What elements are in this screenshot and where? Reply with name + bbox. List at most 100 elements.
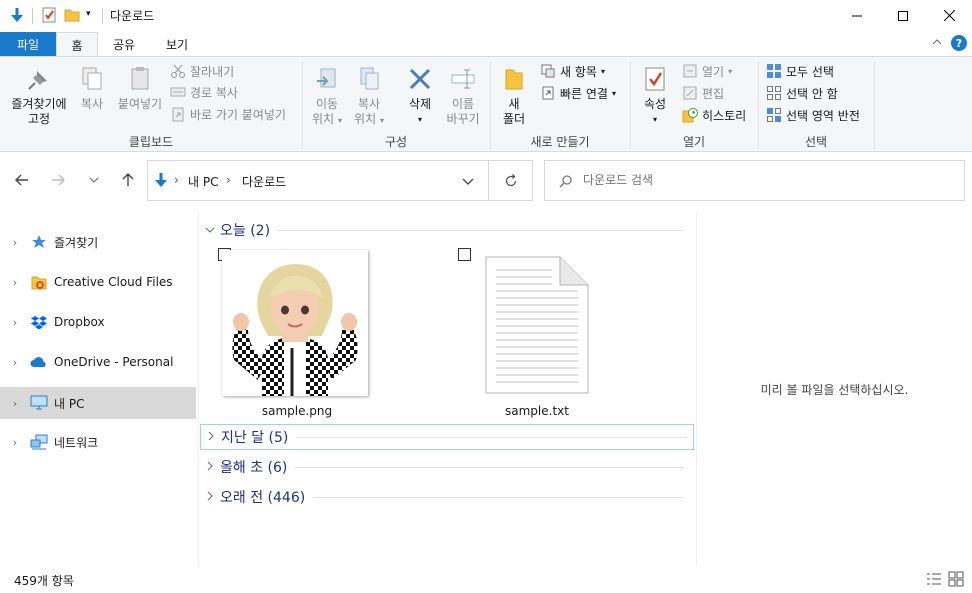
forward-button[interactable] (46, 168, 70, 192)
copy-label: 복사 (80, 97, 104, 111)
pin-label-1: 즐겨찾기에 (11, 97, 67, 111)
open-label: 열기 (702, 64, 725, 79)
sidebar-item-label: 내 PC (54, 396, 85, 411)
select-group-label: 선택 (804, 135, 828, 149)
search-icon (559, 174, 573, 191)
breadcrumb-sep-2[interactable]: › (226, 173, 231, 187)
tab-share[interactable]: 공유 (98, 32, 150, 56)
sidebar-item-network[interactable]: › 네트워크 (0, 425, 196, 459)
recent-locations-button[interactable] (82, 168, 106, 192)
move-to-button[interactable]: 이동 위치 ▾ (308, 65, 346, 128)
open-group-label: 열기 (682, 135, 706, 149)
delete-label: 삭제 (408, 97, 432, 111)
new-folder-button[interactable]: 새 폴더 (496, 65, 532, 127)
sidebar-item-favorites[interactable]: › 즐겨찾기 (0, 225, 196, 259)
copy-path-label: 경로 복사 (190, 85, 238, 100)
tab-view[interactable]: 보기 (150, 32, 204, 56)
select-none-button[interactable]: 선택 안 함 (766, 83, 838, 103)
chevron-right-icon[interactable] (200, 491, 220, 504)
invert-selection-icon (767, 108, 781, 122)
copy-button[interactable]: 복사 (76, 65, 108, 112)
file-checkbox[interactable] (458, 248, 471, 261)
file-name-sample-png[interactable]: sample.png (222, 404, 372, 418)
sidebar-item-onedrive[interactable]: › OneDrive - Personal (0, 345, 196, 379)
chevron-right-icon[interactable]: › (0, 436, 30, 449)
new-item-button[interactable]: 새 항목 ▾ (540, 61, 605, 81)
chevron-right-icon[interactable]: › (0, 276, 30, 289)
copy-path-button[interactable]: 경로 복사 (170, 82, 238, 102)
tab-file[interactable]: 파일 (0, 32, 56, 56)
minimize-button[interactable] (834, 0, 880, 31)
file-thumbnail-sample-png[interactable] (222, 250, 368, 396)
search-box[interactable] (544, 160, 965, 201)
new-folder-quick-icon[interactable] (63, 6, 81, 24)
chevron-right-icon[interactable]: › (0, 356, 30, 369)
history-button[interactable]: 히스토리 (682, 105, 746, 125)
sidebar-item-dropbox[interactable]: › Dropbox (0, 305, 196, 339)
breadcrumb-downloads[interactable]: 다운로드 (242, 173, 286, 190)
delete-button[interactable]: 삭제 ▾ (402, 65, 438, 127)
group-label: 올해 초 (6) (220, 460, 288, 476)
properties-dropdown-icon[interactable]: ▾ (638, 112, 672, 127)
close-button[interactable] (926, 0, 972, 31)
move-to-icon (317, 68, 336, 88)
address-bar[interactable]: › 내 PC › 다운로드 (147, 160, 489, 201)
details-view-icon[interactable] (926, 572, 942, 589)
properties-quick-icon[interactable] (40, 6, 58, 24)
creative-cloud-folder-icon (30, 273, 48, 291)
chevron-right-icon[interactable] (201, 431, 221, 444)
preview-message: 미리 볼 파일을 선택하십시오. (760, 383, 909, 397)
tab-home[interactable]: 홈 (56, 32, 98, 57)
file-thumbnail-sample-txt[interactable] (484, 256, 590, 394)
address-dropdown-icon[interactable] (462, 175, 474, 189)
chevron-down-icon[interactable] (200, 224, 220, 237)
properties-button[interactable]: 속성 ▾ (638, 65, 672, 127)
chevron-right-icon[interactable]: › (0, 397, 30, 410)
large-icons-view-icon[interactable] (948, 571, 964, 590)
paste-shortcut-button[interactable]: 바로 가기 붙여넣기 (170, 104, 286, 124)
history-icon (682, 108, 698, 123)
refresh-button[interactable] (489, 160, 533, 201)
search-input[interactable] (583, 170, 943, 190)
sidebar-item-label: OneDrive - Personal (54, 355, 174, 369)
cut-button[interactable]: 잘라내기 (170, 61, 234, 81)
copy-to-label-2: 위치 ▾ (354, 112, 384, 126)
pin-quick-access-button[interactable]: 즐겨찾기에 고정 (4, 65, 74, 127)
easy-access-button[interactable]: 빠른 연결 ▾ (540, 83, 616, 103)
copy-to-button[interactable]: 복사 위치 ▾ (350, 65, 388, 128)
sidebar-item-creative-cloud[interactable]: › Creative Cloud Files (0, 265, 196, 299)
rename-button[interactable]: 이름 바꾸기 (442, 65, 484, 127)
open-icon (683, 64, 697, 78)
up-button[interactable] (116, 168, 140, 192)
chevron-right-icon[interactable]: › (0, 316, 30, 329)
select-all-button[interactable]: 모두 선택 (766, 61, 834, 81)
customize-quick-access-icon[interactable]: ▾ (86, 9, 91, 19)
group-header-earlier-this-year[interactable]: 올해 초 (6) (200, 455, 690, 479)
download-folder-icon[interactable] (8, 6, 26, 24)
group-header-long-ago[interactable]: 오래 전 (446) (200, 485, 690, 509)
window-title: 다운로드 (110, 9, 155, 23)
help-icon[interactable]: ? (951, 35, 967, 51)
open-button[interactable]: 열기 ▾ (682, 61, 732, 81)
cut-label: 잘라내기 (190, 64, 235, 79)
chevron-right-icon[interactable] (200, 461, 220, 474)
avatar-thumbnail-image (222, 250, 368, 396)
maximize-button[interactable] (880, 0, 926, 31)
group-header-last-month[interactable]: 지난 달 (5) (200, 424, 694, 450)
breadcrumb-pc[interactable]: 내 PC (188, 173, 218, 190)
paste-button[interactable]: 붙여넣기 (114, 65, 166, 112)
chevron-right-icon[interactable]: › (0, 236, 30, 249)
arrow-up-icon (122, 173, 134, 186)
file-name-sample-txt[interactable]: sample.txt (462, 404, 612, 418)
copy-to-label-1: 복사 (357, 97, 381, 111)
collapse-ribbon-icon[interactable] (932, 37, 942, 50)
sidebar-item-this-pc[interactable]: › 내 PC (0, 387, 196, 419)
edit-button[interactable]: 편집 (682, 83, 724, 103)
computer-icon (30, 394, 48, 412)
invert-selection-button[interactable]: 선택 영역 반전 (766, 105, 860, 125)
back-button[interactable] (10, 168, 34, 192)
breadcrumb-sep-1[interactable]: › (174, 173, 179, 187)
group-header-today[interactable]: 오늘 (2) (200, 218, 690, 242)
delete-dropdown-icon[interactable]: ▾ (402, 112, 438, 127)
history-label: 히스토리 (702, 108, 747, 123)
